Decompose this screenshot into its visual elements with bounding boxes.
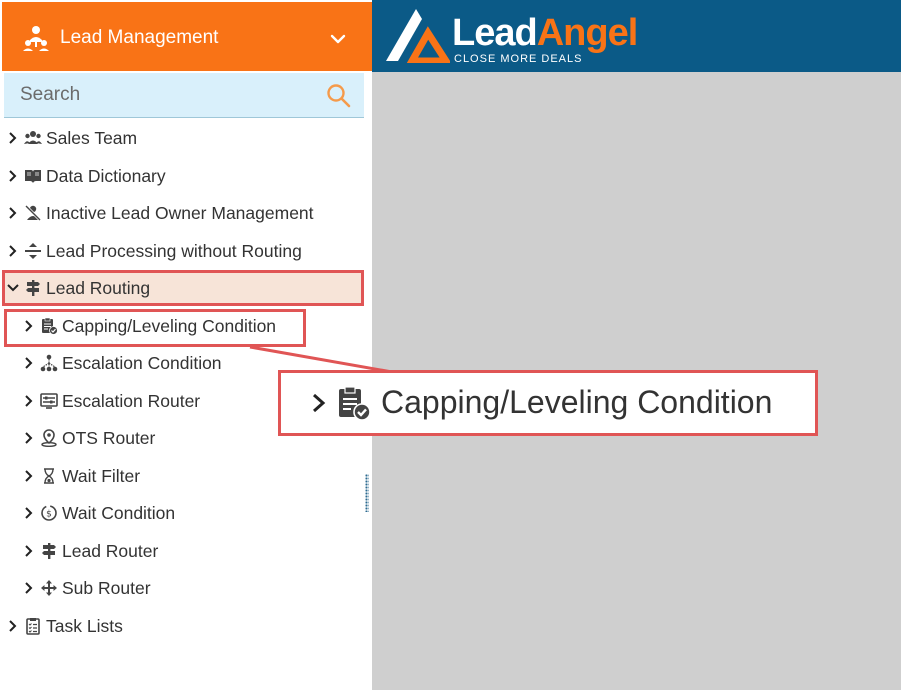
tree-item-lead-processing[interactable]: Lead Processing without Routing: [6, 235, 302, 267]
chevron-down-icon[interactable]: [6, 281, 20, 295]
chevron-right-icon[interactable]: [22, 506, 36, 520]
tree-item-sales-team[interactable]: Sales Team: [6, 122, 137, 154]
checklist-icon: [26, 618, 40, 635]
tree-item-label: Data Dictionary: [46, 166, 166, 186]
clipboard-check-icon: [42, 317, 58, 335]
chevron-right-icon[interactable]: [22, 319, 36, 333]
brand-name-angel: Angel: [536, 12, 639, 54]
book-icon: [25, 170, 41, 183]
tree-item-data-dictionary[interactable]: Data Dictionary: [6, 160, 166, 192]
move-arrows-icon: [41, 580, 57, 596]
tree-item-sub-router[interactable]: Sub Router: [22, 572, 151, 604]
tree-item-label: Lead Routing: [46, 278, 151, 298]
split-arrows-icon: [25, 243, 41, 259]
sidebar: Lead Management Sales Team Data Dictiona…: [0, 0, 372, 690]
brand-wordmark: LeadAngel: [452, 12, 639, 55]
zoom-callout: Capping/Leveling Condition: [278, 370, 818, 436]
tree-item-capping-leveling[interactable]: Capping/Leveling Condition: [22, 310, 276, 342]
svg-text:$: $: [46, 510, 52, 520]
module-selector[interactable]: Lead Management: [2, 2, 372, 71]
sliders-icon: [40, 393, 58, 409]
tree-item-escalation-router[interactable]: Escalation Router: [22, 385, 200, 417]
tree-item-label: Task Lists: [46, 616, 123, 636]
chevron-right-icon[interactable]: [22, 356, 36, 370]
tree-item-label: Wait Condition: [62, 503, 176, 523]
panel-resize-handle[interactable]: [365, 474, 369, 512]
callout-label: Capping/Leveling Condition: [381, 384, 773, 420]
search-icon[interactable]: [326, 83, 352, 109]
clipboard-check-icon: [339, 386, 371, 421]
chevron-down-icon[interactable]: [328, 29, 348, 49]
tree-item-label: Escalation Router: [62, 391, 201, 411]
chevron-right-icon[interactable]: [22, 469, 36, 483]
tree-item-label: OTS Router: [62, 428, 156, 448]
chevron-right-icon[interactable]: [6, 244, 20, 258]
hierarchy-icon: [40, 354, 58, 372]
user-slash-icon: [25, 205, 41, 221]
team-hierarchy-icon: [23, 26, 49, 51]
tree-item-label: Escalation Condition: [62, 353, 222, 373]
tree-item-lead-router[interactable]: Lead Router: [22, 535, 158, 567]
brand-name-lead: Lead: [452, 12, 538, 54]
chevron-right-icon: [313, 393, 326, 413]
chevron-right-icon[interactable]: [6, 619, 20, 633]
tree-item-label: Lead Router: [62, 541, 159, 561]
chevron-right-icon[interactable]: [22, 581, 36, 595]
map-pin-icon: [41, 429, 57, 447]
signpost-icon: [42, 543, 56, 559]
tree-item-inactive-lead-owner[interactable]: Inactive Lead Owner Management: [6, 197, 314, 229]
tree-item-label: Lead Processing without Routing: [46, 241, 302, 261]
search-input[interactable]: [4, 73, 314, 117]
chevron-right-icon[interactable]: [22, 394, 36, 408]
tree-item-label: Sub Router: [62, 578, 151, 598]
brand-header: LeadAngel CLOSE MORE DEALS: [372, 0, 901, 72]
tree-item-task-lists[interactable]: Task Lists: [6, 610, 123, 642]
tree-item-lead-routing[interactable]: Lead Routing: [6, 272, 150, 304]
chevron-right-icon[interactable]: [6, 131, 20, 145]
chevron-right-icon[interactable]: [22, 431, 36, 445]
module-title: Lead Management: [60, 27, 219, 48]
hourglass-icon: [44, 468, 54, 484]
brand-tagline: CLOSE MORE DEALS: [454, 53, 583, 65]
tree-item-label: Inactive Lead Owner Management: [46, 203, 314, 223]
tree-item-label: Sales Team: [46, 128, 138, 148]
clock-dollar-icon: $: [41, 505, 57, 521]
tree-item-wait-condition[interactable]: $ Wait Condition: [22, 497, 175, 529]
users-icon: [24, 131, 42, 144]
tree-item-label: Wait Filter: [62, 466, 141, 486]
chevron-right-icon[interactable]: [6, 169, 20, 183]
leadangel-logo-icon: [386, 9, 450, 63]
search-bar: [4, 73, 364, 118]
tree-item-ots-router[interactable]: OTS Router: [22, 422, 155, 454]
chevron-right-icon[interactable]: [6, 206, 20, 220]
tree-item-label: Capping/Leveling Condition: [62, 316, 277, 336]
tree-item-wait-filter[interactable]: Wait Filter: [22, 460, 140, 492]
tree-item-escalation-condition[interactable]: Escalation Condition: [22, 347, 222, 379]
chevron-right-icon[interactable]: [22, 544, 36, 558]
signpost-icon: [26, 280, 40, 296]
